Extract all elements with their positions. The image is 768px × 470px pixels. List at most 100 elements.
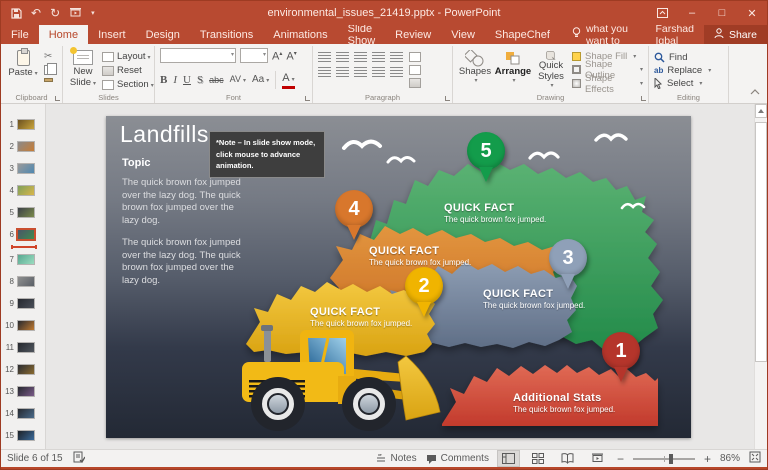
tab-animations[interactable]: Animations bbox=[263, 25, 337, 44]
slide-thumbnail-image[interactable] bbox=[17, 229, 35, 240]
bold-button[interactable]: B bbox=[160, 74, 167, 86]
slide-thumbnail-7[interactable]: 7 bbox=[1, 249, 45, 269]
strikethrough-button[interactable]: abc bbox=[209, 74, 224, 86]
collapse-ribbon-icon[interactable] bbox=[750, 82, 760, 100]
start-slideshow-icon[interactable] bbox=[69, 8, 82, 19]
slide-thumbnail-image[interactable] bbox=[17, 386, 35, 397]
maximize-button[interactable]: □ bbox=[707, 1, 737, 25]
font-name-combo[interactable] bbox=[160, 48, 236, 63]
grow-font-button[interactable]: A bbox=[272, 48, 282, 63]
slide-thumbnail-11[interactable]: 11 bbox=[1, 337, 45, 357]
bullets-icon[interactable] bbox=[318, 52, 331, 62]
slide-thumbnail-1[interactable]: 1 bbox=[1, 114, 45, 134]
fit-slide-to-window-icon[interactable] bbox=[749, 451, 761, 466]
map-pin-4[interactable]: 4 bbox=[335, 190, 373, 240]
slide-thumbnail-14[interactable]: 14 bbox=[1, 403, 45, 423]
slide-sorter-view-button[interactable] bbox=[528, 451, 548, 466]
font-color-button[interactable]: A bbox=[282, 72, 294, 89]
slide-thumbnail-5[interactable]: 5 bbox=[1, 202, 45, 222]
justify-icon[interactable] bbox=[372, 67, 385, 77]
reset-button[interactable]: Reset bbox=[102, 65, 154, 76]
slideshow-view-button[interactable] bbox=[587, 451, 608, 466]
cut-icon[interactable]: ✂ bbox=[44, 51, 53, 62]
paragraph-dialog-launcher-icon[interactable] bbox=[445, 96, 450, 101]
tab-slide-show[interactable]: Slide Show bbox=[338, 25, 386, 44]
shrink-font-button[interactable]: A bbox=[286, 48, 296, 63]
paste-button[interactable]: Paste bbox=[6, 48, 40, 90]
redo-icon[interactable]: ↻ bbox=[50, 7, 60, 19]
quick-fact-3[interactable]: QUICK FACT The quick brown fox jumped. bbox=[483, 288, 585, 310]
spell-check-icon[interactable] bbox=[73, 451, 85, 466]
find-button[interactable]: Find bbox=[654, 51, 711, 63]
slide-thumbnail-10[interactable]: 10 bbox=[1, 315, 45, 335]
close-button[interactable]: ✕ bbox=[737, 1, 767, 25]
zoom-slider[interactable] bbox=[633, 458, 695, 460]
tab-insert[interactable]: Insert bbox=[88, 25, 136, 44]
quick-fact-5[interactable]: QUICK FACT The quick brown fox jumped. bbox=[444, 202, 546, 224]
copy-icon[interactable] bbox=[44, 65, 52, 75]
replace-button[interactable]: ab Replace bbox=[654, 64, 711, 76]
map-pin-1[interactable]: 1 bbox=[602, 332, 640, 382]
columns-icon[interactable] bbox=[390, 67, 403, 77]
select-button[interactable]: Select bbox=[654, 78, 711, 90]
slide-thumbnail-image[interactable] bbox=[17, 364, 35, 375]
text-shadow-button[interactable]: S bbox=[197, 74, 203, 86]
convert-smartart-icon[interactable] bbox=[409, 78, 421, 88]
tab-file[interactable]: File bbox=[1, 25, 39, 44]
drawing-dialog-launcher-icon[interactable] bbox=[641, 96, 646, 101]
clipboard-dialog-launcher-icon[interactable] bbox=[55, 96, 60, 101]
slide-editor[interactable]: Landfills *Note – In slide show mode, cl… bbox=[106, 116, 691, 438]
zoom-slider-handle[interactable] bbox=[669, 454, 673, 464]
increase-indent-icon[interactable] bbox=[372, 52, 385, 62]
tab-transitions[interactable]: Transitions bbox=[190, 25, 263, 44]
slide-thumbnail-12[interactable]: 12 bbox=[1, 359, 45, 379]
slide-thumbnail-3[interactable]: 3 bbox=[1, 158, 45, 178]
slide-thumbnail-image[interactable] bbox=[17, 163, 35, 174]
reading-view-button[interactable] bbox=[557, 451, 578, 466]
text-direction-icon[interactable] bbox=[409, 52, 421, 62]
align-text-icon[interactable] bbox=[409, 65, 421, 75]
map-pin-3[interactable]: 3 bbox=[549, 239, 587, 289]
body-paragraph-1[interactable]: The quick brown fox jumped over the lazy… bbox=[122, 177, 252, 227]
scroll-up-icon[interactable] bbox=[755, 104, 767, 118]
notes-button[interactable]: Notes bbox=[376, 453, 416, 464]
tell-me-box[interactable]: Tell me what you want to do... bbox=[560, 25, 645, 44]
slide-thumbnail-13[interactable]: 13 bbox=[1, 381, 45, 401]
share-button[interactable]: Share bbox=[704, 25, 767, 44]
character-spacing-button[interactable]: AV bbox=[230, 73, 246, 87]
arrange-button[interactable]: Arrange bbox=[496, 48, 530, 90]
topic-heading[interactable]: Topic bbox=[122, 157, 151, 169]
tab-review[interactable]: Review bbox=[385, 25, 441, 44]
quick-styles-button[interactable]: Quick Styles bbox=[534, 48, 568, 90]
slide-thumbnail-image[interactable] bbox=[17, 141, 35, 152]
align-left-icon[interactable] bbox=[318, 67, 331, 77]
slide-title[interactable]: Landfills bbox=[120, 121, 209, 148]
zoom-percent[interactable]: 86% bbox=[720, 453, 740, 464]
map-pin-2[interactable]: 2 bbox=[405, 267, 443, 317]
font-dialog-launcher-icon[interactable] bbox=[305, 96, 310, 101]
shapes-button[interactable]: Shapes bbox=[458, 48, 492, 90]
slide-thumbnail-image[interactable] bbox=[17, 408, 35, 419]
slide-thumbnail-9[interactable]: 9 bbox=[1, 293, 45, 313]
comments-button[interactable]: Comments bbox=[426, 453, 489, 464]
slide-thumbnail-image[interactable] bbox=[17, 342, 35, 353]
vertical-scrollbar[interactable] bbox=[754, 104, 767, 449]
slide-thumbnail-image[interactable] bbox=[17, 119, 35, 130]
body-paragraph-2[interactable]: The quick brown fox jumped over the lazy… bbox=[122, 237, 252, 287]
numbering-icon[interactable] bbox=[336, 52, 349, 62]
slide-thumbnail-image[interactable] bbox=[17, 320, 35, 331]
slide-thumbnail-4[interactable]: 4 bbox=[1, 180, 45, 200]
customize-qat-icon[interactable]: ▾ bbox=[91, 10, 95, 17]
layout-button[interactable]: Layout bbox=[102, 51, 154, 62]
slide-thumbnail-image[interactable] bbox=[17, 185, 35, 196]
underline-button[interactable]: U bbox=[183, 74, 191, 86]
minimize-button[interactable]: – bbox=[677, 1, 707, 25]
slide-thumbnail-image[interactable] bbox=[17, 430, 35, 441]
align-center-icon[interactable] bbox=[336, 67, 349, 77]
line-spacing-icon[interactable] bbox=[390, 52, 403, 62]
decrease-indent-icon[interactable] bbox=[354, 52, 367, 62]
format-painter-icon[interactable] bbox=[44, 78, 53, 82]
font-size-combo[interactable] bbox=[240, 48, 268, 63]
quick-fact-4[interactable]: QUICK FACT The quick brown fox jumped. bbox=[369, 245, 471, 267]
slide-thumbnail-image[interactable] bbox=[17, 276, 35, 287]
